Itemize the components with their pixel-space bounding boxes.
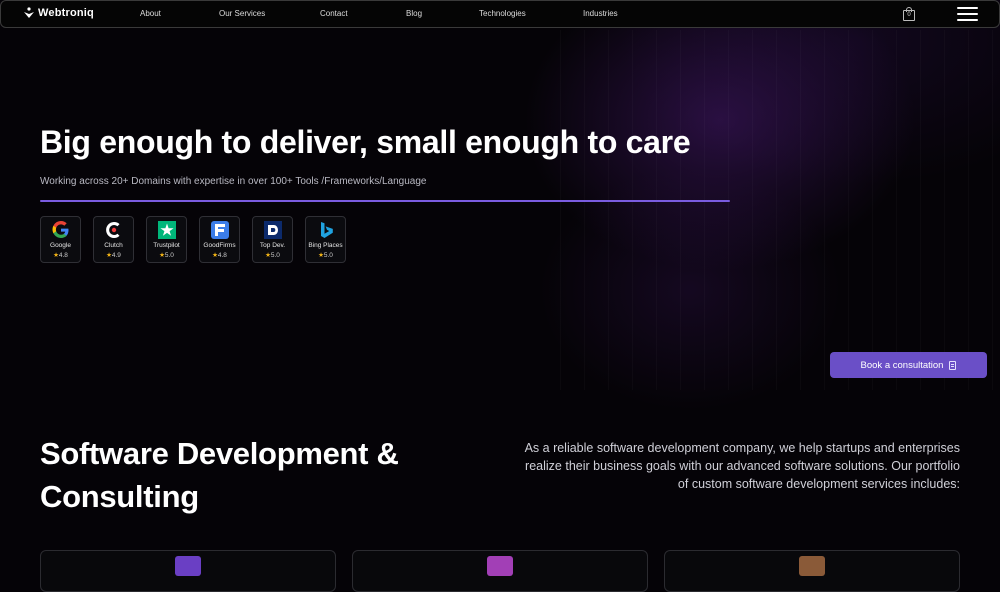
service-card-1[interactable]: [40, 550, 336, 592]
bing-icon: [320, 222, 333, 238]
review-badge-rating: ★5.0: [159, 251, 174, 259]
top-navbar: Webtroniq About Our Services Contact Blo…: [0, 0, 1000, 28]
review-badge-name: Trustpilot: [153, 242, 180, 249]
review-badge-rating: ★5.0: [318, 251, 333, 259]
background-pattern: [560, 30, 1000, 390]
webtroniq-logo-icon: [24, 7, 34, 18]
menu-bar-middle: [957, 13, 978, 15]
nav-link-contact[interactable]: Contact: [320, 9, 348, 18]
book-consultation-label: Book a consultation: [860, 359, 944, 371]
shopping-bag-icon[interactable]: 0: [903, 7, 915, 21]
service-card-icon: [175, 556, 201, 576]
hero-divider: [40, 200, 730, 202]
nav-link-industries[interactable]: Industries: [583, 9, 618, 18]
nav-link-our-services[interactable]: Our Services: [219, 9, 265, 18]
service-card-icon: [799, 556, 825, 576]
rating-value: 5.0: [164, 252, 174, 259]
review-badges: Google ★4.8 Clutch ★4.9 Trustpilot ★5.0 …: [40, 216, 346, 263]
review-badge-top-dev[interactable]: Top Dev. ★5.0: [252, 216, 293, 263]
services-section-title: Software Development & Consulting: [40, 436, 399, 514]
cart-count: 0: [907, 12, 911, 18]
trustpilot-icon: [157, 221, 176, 239]
review-badge-name: Clutch: [104, 242, 123, 249]
review-badge-clutch[interactable]: Clutch ★4.9: [93, 216, 134, 263]
rating-value: 5.0: [323, 252, 333, 259]
document-icon: [949, 360, 957, 370]
menu-bar-top: [957, 7, 978, 9]
review-badge-rating: ★5.0: [265, 251, 280, 259]
review-badge-name: Top Dev.: [259, 242, 286, 249]
services-section-description: As a reliable software development compa…: [524, 441, 960, 492]
review-badge-trustpilot[interactable]: Trustpilot ★5.0: [146, 216, 187, 263]
review-badge-rating: ★4.8: [212, 251, 227, 259]
review-badge-name: Google: [50, 242, 71, 249]
hamburger-menu-icon[interactable]: [957, 7, 978, 22]
menu-bar-bottom: [957, 19, 978, 21]
review-badge-name: Bing Places: [308, 242, 343, 249]
rating-value: 5.0: [270, 252, 280, 259]
hero-subtitle: Working across 20+ Domains with expertis…: [40, 176, 427, 187]
rating-value: 4.8: [217, 252, 227, 259]
rating-value: 4.9: [111, 252, 121, 259]
hero-title: Big enough to deliver, small enough to c…: [40, 124, 691, 160]
nav-link-about[interactable]: About: [140, 9, 161, 18]
service-card-icon: [487, 556, 513, 576]
nav-link-technologies[interactable]: Technologies: [479, 9, 526, 18]
logo-text: Webtroniq: [38, 7, 94, 19]
site-logo[interactable]: Webtroniq: [23, 7, 94, 19]
top-dev-icon: [263, 221, 282, 239]
review-badge-google[interactable]: Google ★4.8: [40, 216, 81, 263]
review-badge-name: GoodFirms: [203, 242, 236, 249]
clutch-icon: [105, 222, 120, 238]
service-card-2[interactable]: [352, 550, 648, 592]
service-card-3[interactable]: [664, 550, 960, 592]
book-consultation-button[interactable]: Book a consultation: [830, 352, 987, 378]
review-badge-bing-places[interactable]: Bing Places ★5.0: [305, 216, 346, 263]
goodfirms-icon: [210, 221, 229, 239]
review-badge-rating: ★4.8: [53, 251, 68, 259]
review-badge-rating: ★4.9: [106, 251, 121, 259]
nav-link-blog[interactable]: Blog: [406, 9, 422, 18]
google-icon: [52, 221, 68, 238]
review-badge-goodfirms[interactable]: GoodFirms ★4.8: [199, 216, 240, 263]
rating-value: 4.8: [58, 252, 68, 259]
